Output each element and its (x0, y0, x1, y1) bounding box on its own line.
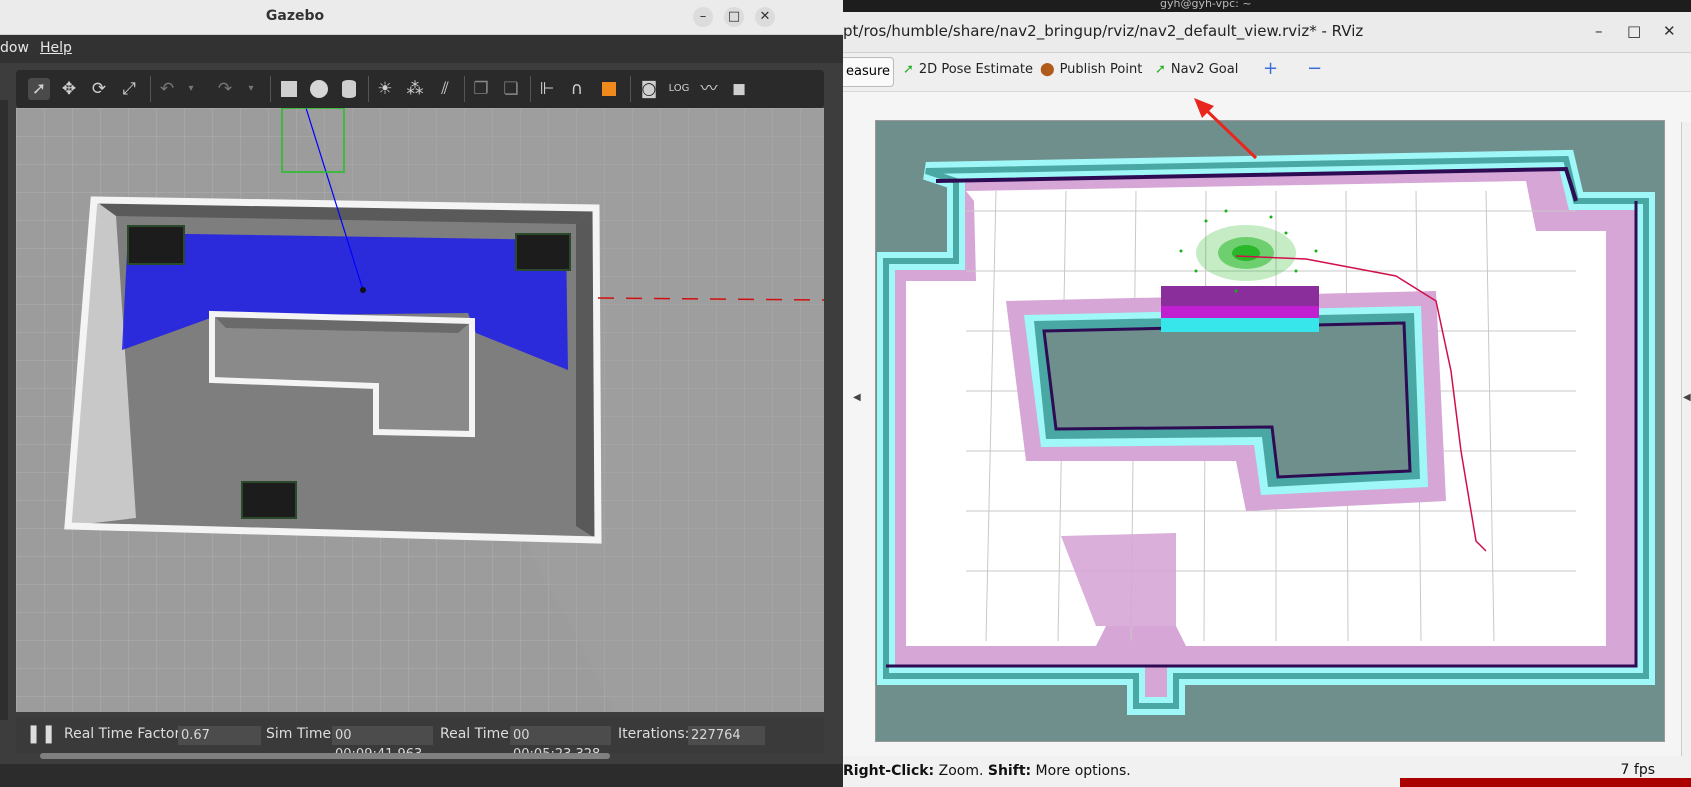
rviz-map-render (877, 149, 1655, 715)
rviz-render-view[interactable] (875, 120, 1665, 742)
directional-light-icon[interactable]: ⫽ (434, 78, 456, 100)
redo-dropdown-icon[interactable]: ▾ (240, 78, 262, 100)
iterations-label: Iterations: (618, 726, 690, 742)
scale-icon[interactable]: ⤢ (118, 78, 140, 100)
sim-time-value: 00 00:09:41.963 (332, 726, 433, 762)
log-icon[interactable]: LOG (668, 78, 690, 100)
gazebo-status-bar: ❚❚ Real Time Factor: 0.67 Sim Time: 00 0… (16, 717, 824, 762)
gazebo-3d-viewport[interactable] (16, 108, 824, 712)
gazebo-titlebar[interactable]: Gazebo – □ ✕ (0, 0, 843, 35)
gazebo-close-button[interactable]: ✕ (755, 7, 775, 27)
rotate-icon[interactable]: ⟳ (88, 78, 110, 100)
translate-icon[interactable]: ✥ (58, 78, 80, 100)
iterations-value: 227764 (688, 726, 765, 745)
sim-time-label: Sim Time: (266, 726, 336, 742)
real-time-factor-value: 0.67 (178, 726, 261, 745)
gazebo-menubar: dow Help (0, 35, 843, 63)
pose-estimate-tool[interactable]: ➚ 2D Pose Estimate (903, 62, 1033, 77)
sphere-icon[interactable] (308, 78, 330, 100)
undo-icon[interactable]: ↶ (156, 78, 178, 100)
gazebo-scene-render (16, 108, 824, 712)
pose-estimate-label: 2D Pose Estimate (918, 62, 1033, 77)
box-icon[interactable] (278, 78, 300, 100)
real-time-factor-label: Real Time Factor: (64, 726, 185, 742)
gazebo-toolbar: ➚ ✥ ⟳ ⤢ ↶ ▾ ↷ ▾ ☀ ⁂ ⫽ ❐ ❏ ⊩ ∩ ◙ LOG 〰 ◼ (16, 70, 824, 108)
terminal-title: gyh@gyh-vpc: ~ (1160, 0, 1252, 10)
menu-help[interactable]: Help (40, 40, 72, 56)
nav2-goal-label: Nav2 Goal (1170, 62, 1239, 77)
measure-tool-label: easure (846, 64, 891, 79)
rviz-titlebar[interactable]: pt/ros/humble/share/nav2_bringup/rviz/na… (843, 12, 1691, 53)
gazebo-minimize-button[interactable]: – (693, 7, 713, 27)
gazebo-window-title: Gazebo (265, 8, 325, 24)
rviz-close-button[interactable]: ✕ (1663, 22, 1676, 40)
add-tool-button[interactable]: + (1263, 58, 1278, 79)
view-angle-icon[interactable] (598, 78, 620, 100)
select-icon[interactable]: ➚ (28, 78, 50, 100)
rviz-minimize-button[interactable]: – (1595, 22, 1603, 40)
align-icon[interactable]: ⊩ (536, 78, 558, 100)
rviz-maximize-button[interactable]: □ (1627, 22, 1641, 40)
gazebo-maximize-button[interactable]: □ (724, 7, 744, 27)
pose-arrow-icon: ➚ (903, 62, 914, 77)
mouse-hint: Right-Click: Zoom. Shift: More options. (843, 763, 1131, 779)
right-collapse-icon[interactable]: ◀ (1683, 392, 1691, 403)
gazebo-horizontal-scrollbar[interactable] (40, 753, 610, 759)
rviz-right-panel-handle[interactable] (1681, 122, 1691, 757)
remove-tool-button[interactable]: − (1307, 58, 1322, 79)
spot-light-icon[interactable]: ⁂ (404, 78, 426, 100)
goal-arrow-icon: ➚ (1155, 62, 1166, 77)
screenshot-icon[interactable]: ◙ (638, 78, 660, 100)
real-time-value: 00 00:05:23.328 (510, 726, 611, 762)
paste-icon[interactable]: ❏ (500, 78, 522, 100)
redo-icon[interactable]: ↷ (214, 78, 236, 100)
cylinder-icon[interactable] (338, 78, 360, 100)
publish-point-tool[interactable]: ⬤ Publish Point (1040, 62, 1142, 77)
gazebo-left-panel-handle[interactable] (0, 100, 8, 720)
gazebo-window: Gazebo – □ ✕ dow Help ➚ ✥ ⟳ ⤢ ↶ ▾ ↷ ▾ ☀ … (0, 0, 843, 764)
rviz-window-title: pt/ros/humble/share/nav2_bringup/rviz/na… (843, 22, 1364, 40)
snap-icon[interactable]: ∩ (566, 78, 588, 100)
map-pin-icon: ⬤ (1040, 62, 1055, 77)
real-time-label: Real Time: (440, 726, 514, 742)
copy-icon[interactable]: ❐ (470, 78, 492, 100)
plot-icon[interactable]: 〰 (698, 78, 720, 100)
rviz-tool-bar: easure ➚ 2D Pose Estimate ⬤ Publish Point … (843, 53, 1691, 92)
measure-tool[interactable]: easure (843, 57, 894, 87)
nav2-goal-tool[interactable]: ➚ Nav2 Goal (1155, 62, 1238, 77)
left-collapse-icon[interactable]: ◀ (853, 392, 861, 403)
record-icon[interactable]: ◼ (728, 78, 750, 100)
point-light-icon[interactable]: ☀ (374, 78, 396, 100)
fps-counter: 7 fps (1620, 762, 1655, 778)
pause-icon[interactable]: ❚❚ (26, 723, 56, 744)
menu-window[interactable]: dow (0, 40, 29, 56)
publish-point-label: Publish Point (1059, 62, 1143, 77)
annotation-arrow-icon (1194, 98, 1258, 160)
undo-dropdown-icon[interactable]: ▾ (180, 78, 202, 100)
taskbar-edge (1400, 778, 1691, 787)
